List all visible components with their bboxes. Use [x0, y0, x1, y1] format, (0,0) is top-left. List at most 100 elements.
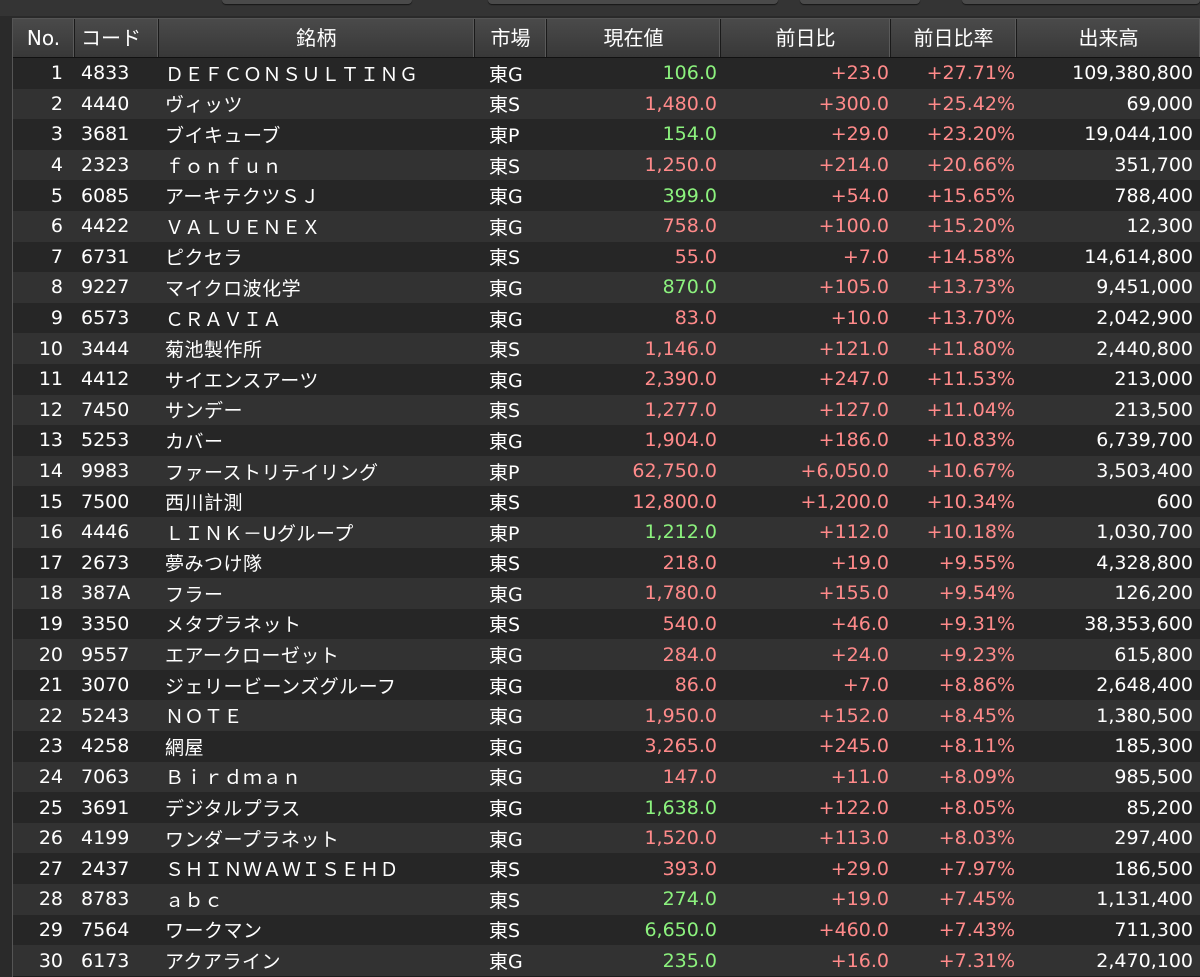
- table-row[interactable]: 15 7500 西川計測 東S 12,800.0 +1,200.0 +10.34% 600: [13, 486, 1200, 517]
- table-row[interactable]: 14 9983 ファーストリテイリング 東P 62,750.0 +6,050.0 +10.6…: [13, 455, 1200, 487]
- table-row[interactable]: 17 2673 夢みつけ隊 東S 218.0 +19.0 +9.55% 4,328,800: [13, 547, 1200, 579]
- price-change-rate: +23.20%: [926, 123, 1015, 146]
- column-header-change-rate[interactable]: 前日比率: [891, 19, 1017, 57]
- table-row[interactable]: 1 4833 ＤＥＦＣＯＮＳＵＬＴＩＮＧ 東G 106.0 +23.0 +27.71% 109…: [13, 58, 1200, 89]
- trade-volume: 38,353,600: [1084, 612, 1193, 635]
- row-number: 9: [50, 307, 63, 330]
- price-change-rate: +8.86%: [938, 674, 1015, 697]
- toolbar-tab[interactable]: [962, 0, 1200, 4]
- stock-code: 7063: [81, 765, 130, 788]
- toolbar-tab[interactable]: [800, 0, 920, 4]
- table-row[interactable]: 23 4258 網屋 東G 3,265.0 +245.0 +8.11% 185,300: [13, 731, 1200, 762]
- stock-code: 9983: [81, 460, 130, 483]
- market-label: 東S: [489, 614, 521, 637]
- market-label: 東S: [489, 920, 521, 943]
- current-price: 1,250.0: [644, 154, 717, 177]
- stock-code: 7450: [81, 398, 130, 421]
- trade-volume: 600: [1156, 490, 1193, 513]
- price-change: +127.0: [818, 398, 889, 421]
- current-price: 1,638.0: [644, 796, 717, 819]
- trade-volume: 711,300: [1114, 918, 1193, 941]
- price-change-rate: +25.42%: [926, 92, 1015, 115]
- table-row[interactable]: 24 7063 Ｂｉｒｄｍａｎ 東G 147.0 +11.0 +8.09% 985,500: [13, 761, 1200, 793]
- stock-name: メタプラネット: [165, 614, 302, 637]
- row-number: 17: [38, 551, 63, 574]
- table-row[interactable]: 12 7450 サンデー 東S 1,277.0 +127.0 +11.04% 213,500: [13, 394, 1200, 426]
- table-row[interactable]: 2 4440 ヴィッツ 東S 1,480.0 +300.0 +25.42% 69,000: [13, 88, 1200, 120]
- table-row[interactable]: 3 3681 ブイキューブ 東P 154.0 +29.0 +23.20% 19,044,100: [13, 119, 1200, 150]
- column-header-price[interactable]: 現在値: [547, 19, 721, 57]
- current-price: 274.0: [662, 888, 717, 911]
- stock-name: ヴィッツ: [165, 94, 244, 117]
- market-label: 東S: [489, 553, 521, 576]
- table-row[interactable]: 30 6173 アクアライン 東G 235.0 +16.0 +7.31% 2,470,100: [13, 945, 1200, 976]
- table-row[interactable]: 29 7564 ワークマン 東S 6,650.0 +460.0 +7.43% 711,300: [13, 914, 1200, 946]
- table-row[interactable]: 19 3350 メタプラネット 東S 540.0 +46.0 +9.31% 38,353,60…: [13, 608, 1200, 640]
- table-row[interactable]: 25 3691 デジタルプラス 東G 1,638.0 +122.0 +8.05% 85,200: [13, 792, 1200, 823]
- table-row[interactable]: 8 9227 マイクロ波化学 東G 870.0 +105.0 +13.73% 9,451,00…: [13, 272, 1200, 303]
- stock-name: ワンダープラネット: [165, 828, 340, 851]
- table-row[interactable]: 16 4446 ＬＩＮＫ－Uグループ 東P 1,212.0 +112.0 +10.18% 1,…: [13, 516, 1200, 548]
- stock-code: 3444: [81, 337, 130, 360]
- table-row[interactable]: 18 387A フラー 東G 1,780.0 +155.0 +9.54% 126,200: [13, 578, 1200, 609]
- price-change-rate: +10.18%: [926, 521, 1015, 544]
- row-number: 24: [38, 765, 63, 788]
- table-row[interactable]: 13 5253 カバー 東G 1,904.0 +186.0 +10.83% 6,739,700: [13, 425, 1200, 456]
- price-change: +29.0: [830, 123, 889, 146]
- table-row[interactable]: 4 2323 ｆｏｎｆｕｎ 東S 1,250.0 +214.0 +20.66% 351,700: [13, 149, 1200, 181]
- trade-volume: 788,400: [1114, 184, 1193, 207]
- price-change-rate: +15.65%: [926, 184, 1015, 207]
- table-row[interactable]: 21 3070 ジェリービーンズグルーフ 東G 86.0 +7.0 +8.86% 2,648,…: [13, 669, 1200, 701]
- row-number: 25: [38, 796, 63, 819]
- toolbar-tab[interactable]: [488, 0, 778, 4]
- current-price: 1,520.0: [644, 827, 717, 850]
- row-number: 10: [38, 337, 63, 360]
- toolbar-tab[interactable]: [222, 0, 412, 4]
- stock-code: 4422: [81, 215, 130, 238]
- stock-code: 4833: [81, 62, 130, 85]
- price-change: +7.0: [842, 245, 889, 268]
- column-header-change[interactable]: 前日比: [721, 19, 891, 57]
- row-number: 29: [38, 918, 63, 941]
- stock-name: アクアライン: [165, 951, 282, 974]
- table-row[interactable]: 20 9557 エアークローゼット 東G 284.0 +24.0 +9.23% 615,800: [13, 639, 1200, 670]
- table-row[interactable]: 26 4199 ワンダープラネット 東G 1,520.0 +113.0 +8.03% 297,…: [13, 822, 1200, 854]
- stock-name: 菊池製作所: [165, 339, 263, 362]
- table-row[interactable]: 11 4412 サイエンスアーツ 東G 2,390.0 +247.0 +11.53% 213,…: [13, 363, 1200, 395]
- trade-volume: 85,200: [1126, 796, 1193, 819]
- price-change: +460.0: [818, 918, 889, 941]
- table-row[interactable]: 10 3444 菊池製作所 東S 1,146.0 +121.0 +11.80% 2,440,8…: [13, 333, 1200, 364]
- stock-code: 4446: [81, 521, 130, 544]
- column-header-market[interactable]: 市場: [475, 19, 547, 57]
- row-number: 5: [50, 184, 63, 207]
- price-change: +121.0: [818, 337, 889, 360]
- table-row[interactable]: 28 8783 ａｂｃ 東S 274.0 +19.0 +7.45% 1,131,400: [13, 884, 1200, 915]
- row-number: 27: [38, 857, 63, 880]
- table-row[interactable]: 22 5243 ＮＯＴＥ 東G 1,950.0 +152.0 +8.45% 1,380,500: [13, 700, 1200, 732]
- column-header-code[interactable]: コード: [75, 19, 159, 57]
- trade-volume: 14,614,800: [1084, 245, 1193, 268]
- table-row[interactable]: 5 6085 アーキテクツＳＪ 東G 399.0 +54.0 +15.65% 788,400: [13, 180, 1200, 211]
- market-label: 東S: [489, 339, 521, 362]
- column-header-name[interactable]: 銘柄: [159, 19, 475, 57]
- price-change: +245.0: [818, 735, 889, 758]
- trade-volume: 1,030,700: [1096, 521, 1193, 544]
- trade-volume: 186,500: [1114, 857, 1193, 880]
- stock-code: 4199: [81, 827, 130, 850]
- market-label: 東G: [489, 706, 523, 729]
- trade-volume: 19,044,100: [1084, 123, 1193, 146]
- price-change: +1,200.0: [800, 490, 889, 513]
- price-change: +100.0: [818, 215, 889, 238]
- price-change-rate: +8.11%: [938, 735, 1015, 758]
- stock-name: ＳＨＩＮＷＡＷＩＳＥＨＤ: [165, 859, 400, 882]
- table-row[interactable]: 7 6731 ピクセラ 東S 55.0 +7.0 +14.58% 14,614,800: [13, 241, 1200, 273]
- top-toolbar-strip: [0, 0, 1200, 16]
- current-price: 3,265.0: [644, 735, 717, 758]
- table-row[interactable]: 27 2437 ＳＨＩＮＷＡＷＩＳＥＨＤ 東S 393.0 +29.0 +7.97% 186,…: [13, 853, 1200, 885]
- table-row[interactable]: 9 6573 ＣＲＡＶＩＡ 東G 83.0 +10.0 +13.70% 2,042,900: [13, 302, 1200, 334]
- column-header-no[interactable]: No.: [13, 19, 75, 57]
- price-change: +46.0: [830, 612, 889, 635]
- column-header-volume[interactable]: 出来高: [1017, 19, 1200, 57]
- price-change-rate: +11.80%: [926, 337, 1015, 360]
- table-row[interactable]: 6 4422 ＶＡＬＵＥＮＥＸ 東G 758.0 +100.0 +15.20% 12,300: [13, 210, 1200, 242]
